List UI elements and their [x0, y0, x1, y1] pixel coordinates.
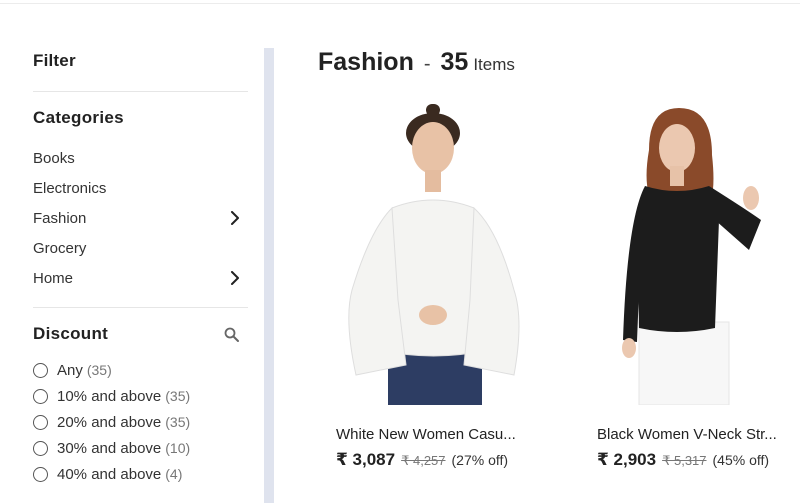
product-image[interactable] — [336, 100, 566, 405]
product-price: ₹ 2,903 — [597, 450, 657, 469]
divider — [33, 307, 248, 308]
category-home[interactable]: Home — [33, 266, 248, 290]
chevron-right-icon[interactable] — [228, 271, 242, 285]
product-price: ₹ 3,087 — [336, 450, 396, 469]
discount-count: (35) — [86, 362, 112, 378]
category-books[interactable]: Books — [33, 146, 248, 170]
product-discount: (45% off) — [712, 452, 770, 468]
category-label: Fashion — [33, 209, 87, 227]
page-title: Fashion - 35 Items — [318, 48, 515, 77]
discount-option-20[interactable]: 20% and above (35) — [33, 411, 190, 433]
radio-button[interactable] — [33, 362, 48, 378]
radio-button[interactable] — [33, 440, 48, 456]
product-card[interactable]: White New Women Casu... ₹ 3,087 ₹ 4,257 … — [336, 100, 566, 480]
discount-option-any[interactable]: Any (35) — [33, 359, 112, 381]
price-row: ₹ 2,903 ₹ 5,317 (45% off) — [597, 450, 769, 470]
radio-button[interactable] — [33, 414, 48, 430]
discount-label: 30% and above — [57, 439, 162, 457]
product-mrp: ₹ 5,317 — [662, 453, 707, 468]
price-row: ₹ 3,087 ₹ 4,257 (27% off) — [336, 450, 508, 470]
items-label: Items — [473, 55, 515, 74]
discount-count: (4) — [165, 466, 183, 482]
divider — [33, 91, 248, 92]
category-label: Books — [33, 149, 75, 167]
product-mrp: ₹ 4,257 — [401, 453, 446, 468]
discount-label: 20% and above — [57, 413, 162, 431]
item-count: 35 — [440, 48, 469, 76]
category-label: Home — [33, 269, 74, 287]
search-icon[interactable] — [223, 326, 241, 344]
category-name: Fashion — [318, 48, 414, 76]
discount-count: (35) — [165, 414, 191, 430]
category-fashion[interactable]: Fashion — [33, 206, 248, 230]
filter-sidebar: Filter Categories Books Electronics Fash… — [33, 0, 248, 503]
categories-title: Categories — [33, 108, 124, 127]
discount-label: Any — [57, 361, 83, 379]
title-dash: - — [423, 53, 431, 75]
category-grocery[interactable]: Grocery — [33, 236, 248, 260]
discount-option-40[interactable]: 40% and above (4) — [33, 463, 182, 485]
sidebar-separator — [264, 48, 274, 503]
product-discount: (27% off) — [451, 452, 509, 468]
discount-title: Discount — [33, 324, 109, 343]
filter-title: Filter — [33, 51, 76, 70]
chevron-right-icon[interactable] — [228, 211, 242, 225]
product-card[interactable]: Black Women V-Neck Str... ₹ 2,903 ₹ 5,31… — [597, 100, 800, 480]
discount-label: 40% and above — [57, 465, 162, 483]
discount-option-30[interactable]: 30% and above (10) — [33, 437, 190, 459]
category-electronics[interactable]: Electronics — [33, 176, 248, 200]
category-label: Grocery — [33, 239, 87, 257]
category-label: Electronics — [33, 179, 107, 197]
discount-count: (35) — [165, 388, 191, 404]
product-title[interactable]: White New Women Casu... — [336, 426, 526, 443]
discount-option-10[interactable]: 10% and above (35) — [33, 385, 190, 407]
radio-button[interactable] — [33, 466, 48, 482]
shirt-shape — [637, 186, 719, 332]
product-image[interactable] — [597, 100, 800, 405]
product-title[interactable]: Black Women V-Neck Str... — [597, 426, 787, 443]
discount-count: (10) — [165, 440, 191, 456]
radio-button[interactable] — [33, 388, 48, 404]
discount-label: 10% and above — [57, 387, 162, 405]
